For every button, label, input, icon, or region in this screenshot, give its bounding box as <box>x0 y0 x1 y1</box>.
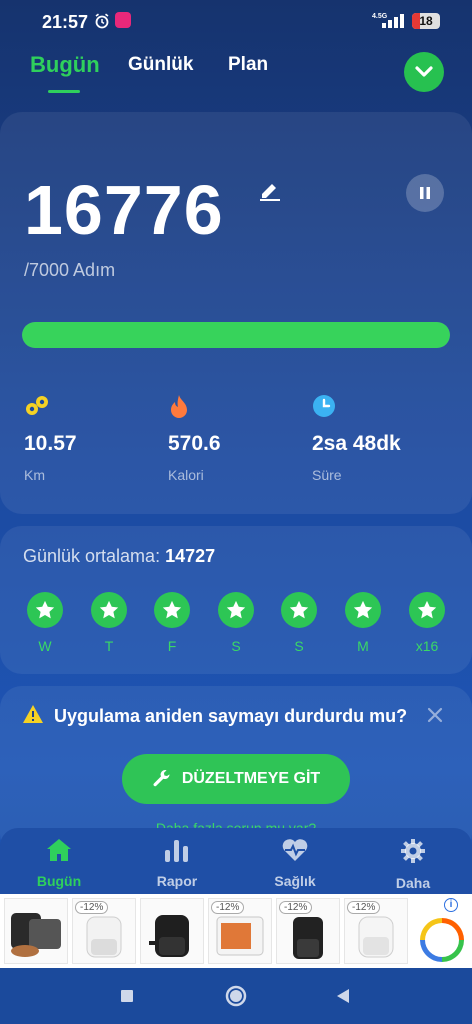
day-label: T <box>104 638 114 654</box>
fix-button[interactable]: DÜZELTMEYE GİT <box>122 754 350 804</box>
nav-report[interactable]: Rapor <box>132 838 222 889</box>
day-label: W <box>38 638 52 654</box>
status-bar: 21:57 4.5G 18 <box>0 0 472 42</box>
ad-product-image[interactable]: -12% <box>344 898 408 964</box>
duration-value: 2sa 48dk <box>312 432 401 455</box>
day-badge: S <box>217 592 255 654</box>
tab-plan[interactable]: Plan <box>228 54 268 76</box>
day-label: F <box>167 638 177 654</box>
ad-brand-logo-center <box>425 923 459 957</box>
tab-daily[interactable]: Günlük <box>128 54 193 76</box>
day-badge: S <box>280 592 318 654</box>
discount-badge: -12% <box>279 901 313 914</box>
day-label: M <box>357 638 369 654</box>
battery-level: 18 <box>419 14 433 28</box>
step-progress-fill <box>22 322 450 348</box>
status-time: 21:57 <box>42 12 89 32</box>
nav-today[interactable]: Bugün <box>14 838 104 889</box>
gear-icon <box>401 839 425 863</box>
calorie-label: Kalori <box>168 467 204 483</box>
fix-button-label: DÜZELTMEYE GİT <box>181 770 321 787</box>
app-notification-icon <box>115 12 131 28</box>
flame-icon <box>168 394 190 425</box>
chevron-down-icon <box>415 66 433 77</box>
edit-icon[interactable] <box>258 178 282 207</box>
ad-product-image[interactable]: -12% <box>276 898 340 964</box>
expand-button[interactable] <box>404 52 444 92</box>
daily-average-value: 14727 <box>165 546 216 566</box>
star-icon <box>345 592 381 628</box>
distance-label: Km <box>24 467 45 483</box>
signal-icon <box>382 14 406 33</box>
star-icon <box>409 592 445 628</box>
warning-text: Uygulama aniden saymayı durdurdu mu? <box>54 706 408 726</box>
ad-product-image[interactable] <box>4 898 68 964</box>
top-tabs: Bugün Günlük Plan <box>0 52 472 96</box>
discount-badge: -12% <box>347 901 381 914</box>
discount-badge: -12% <box>211 901 245 914</box>
day-badge: T <box>90 592 128 654</box>
daily-average-title: Günlük ortalama: 14727 <box>23 546 215 567</box>
location-pin-icon <box>24 394 50 423</box>
steps-card: 16776 /7000 Adım 10.57 Km 570.6 Kalori 2… <box>0 112 472 514</box>
home-button-icon[interactable] <box>225 985 247 1007</box>
step-progress-bar <box>22 322 450 348</box>
wrench-icon <box>153 770 170 787</box>
nav-health[interactable]: Sağlık <box>250 838 340 889</box>
heart-pulse-icon <box>282 839 308 861</box>
ad-product-image[interactable]: -12% <box>72 898 136 964</box>
daily-average-card[interactable]: Günlük ortalama: 14727 W T F S S M x16 <box>0 526 472 674</box>
day-label: S <box>294 638 304 654</box>
star-icon <box>218 592 254 628</box>
battery-indicator: 18 <box>412 13 440 29</box>
nav-health-label: Sağlık <box>274 873 316 889</box>
day-label: S <box>231 638 241 654</box>
ad-product-image[interactable]: -12% <box>208 898 272 964</box>
ad-product-image[interactable] <box>140 898 204 964</box>
pause-icon <box>420 187 430 199</box>
duration-label: Süre <box>312 467 342 483</box>
bar-chart-icon <box>165 840 188 862</box>
nav-more[interactable]: Daha <box>368 838 458 891</box>
day-label: x16 <box>415 638 439 654</box>
active-tab-indicator <box>48 90 80 93</box>
star-icon <box>154 592 190 628</box>
discount-badge: -12% <box>75 901 109 914</box>
back-icon[interactable] <box>336 988 350 1004</box>
daily-average-label: Günlük ortalama: <box>23 546 161 566</box>
recents-icon[interactable] <box>120 989 134 1003</box>
home-icon <box>47 839 71 861</box>
nav-report-label: Rapor <box>156 873 198 889</box>
step-goal: /7000 Adım <box>24 260 116 280</box>
star-icon <box>91 592 127 628</box>
close-icon[interactable] <box>426 706 444 729</box>
distance-value: 10.57 <box>24 432 77 455</box>
day-badge: F <box>153 592 191 654</box>
ad-brand-logo[interactable] <box>420 918 464 962</box>
bottom-nav: Bugün Rapor Sağlık Daha <box>0 828 472 894</box>
day-badge: M <box>344 592 382 654</box>
nav-more-label: Daha <box>395 875 431 891</box>
warning-icon <box>22 704 44 729</box>
tab-today[interactable]: Bugün <box>30 52 100 78</box>
day-badge: x16 <box>408 592 446 654</box>
ad-info-icon[interactable]: i <box>444 898 458 912</box>
step-count: 16776 <box>24 171 224 249</box>
day-badge: W <box>26 592 64 654</box>
pause-button[interactable] <box>406 174 444 212</box>
star-icon <box>281 592 317 628</box>
nav-today-label: Bugün <box>36 873 82 889</box>
star-icon <box>27 592 63 628</box>
alarm-icon <box>94 13 110 34</box>
clock-icon <box>312 394 336 423</box>
calorie-value: 570.6 <box>168 432 221 455</box>
ad-banner[interactable]: -12% -12% -12% -12% i <box>0 894 472 968</box>
system-navigation-bar <box>0 968 472 1024</box>
